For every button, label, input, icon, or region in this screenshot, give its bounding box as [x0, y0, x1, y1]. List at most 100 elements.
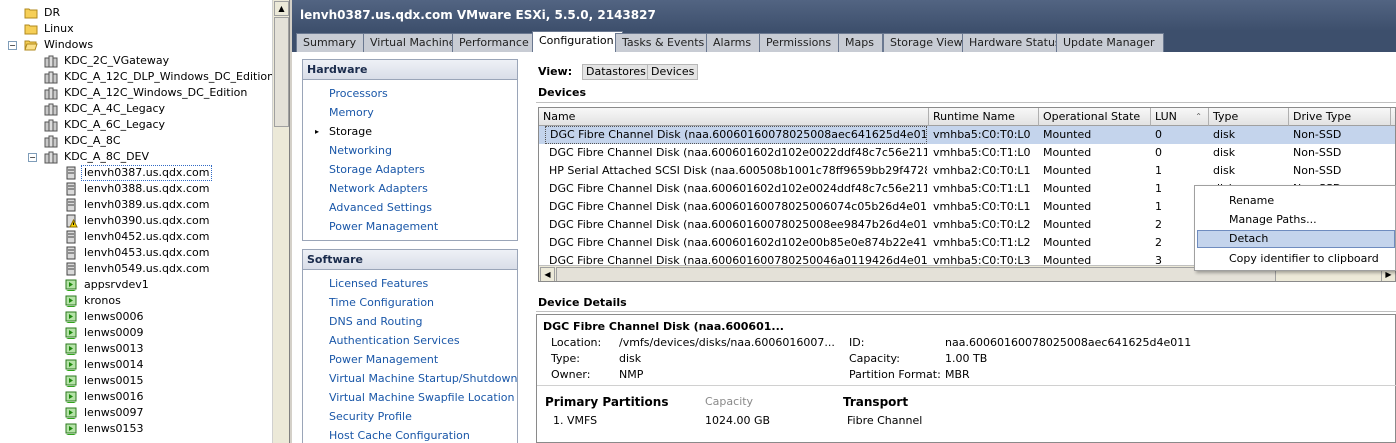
- tree-item[interactable]: − KDC_A_8C_DEV: [0, 149, 272, 165]
- tree-item[interactable]: lenws0013: [0, 341, 272, 357]
- tree-item-label: KDC_A_8C: [64, 134, 121, 147]
- collapse-toggle-icon[interactable]: −: [8, 41, 17, 50]
- cell-runtime: vmhba5:C0:T0:L2: [933, 218, 1031, 231]
- devices-divider: [536, 102, 1396, 103]
- tree-item[interactable]: lenws0009: [0, 325, 272, 341]
- software-item-time-configuration[interactable]: Time Configuration: [329, 293, 434, 312]
- hardware-item-advanced-settings[interactable]: Advanced Settings: [329, 198, 432, 217]
- tab-permissions[interactable]: Permissions: [759, 33, 841, 52]
- table-row[interactable]: DGC Fibre Channel Disk (naa.600601602d10…: [539, 144, 1395, 162]
- type-value: disk: [619, 352, 642, 365]
- scrollbar-thumb[interactable]: [556, 267, 1276, 281]
- cell-runtime: vmhba5:C0:T1:L0: [933, 146, 1031, 159]
- column-header[interactable]: Type: [1209, 108, 1289, 126]
- hardware-item-network-adapters[interactable]: Network Adapters: [329, 179, 428, 198]
- partition-1-capacity: 1024.00 GB: [705, 414, 771, 427]
- cell-state: Mounted: [1043, 236, 1092, 249]
- tree-item[interactable]: lenvh0452.us.qdx.com: [0, 229, 272, 245]
- software-item-power-management[interactable]: Power Management: [329, 350, 438, 369]
- tab-maps[interactable]: Maps: [838, 33, 883, 52]
- cell-state: Mounted: [1043, 146, 1092, 159]
- inventory-tree[interactable]: DR Linux − Windows KDC_2C_VGateway KDC_A_12C_…: [0, 0, 290, 443]
- tab-performance[interactable]: Performance: [452, 33, 538, 52]
- tree-item[interactable]: lenws0153: [0, 421, 272, 437]
- column-header[interactable]: T: [1391, 108, 1395, 126]
- cell-lun: 0: [1155, 128, 1162, 141]
- tab-hardware-status[interactable]: Hardware Status: [962, 33, 1070, 52]
- software-item-host-cache-configuration[interactable]: Host Cache Configuration: [329, 426, 470, 443]
- vm-icon: [64, 358, 78, 372]
- folder-open-icon: [24, 38, 38, 52]
- hardware-item-memory[interactable]: Memory: [329, 103, 374, 122]
- column-header[interactable]: Runtime Name: [929, 108, 1039, 126]
- menu-item-manage-paths[interactable]: Manage Paths...: [1197, 211, 1395, 229]
- table-row[interactable]: HP Serial Attached SCSI Disk (naa.600508…: [539, 162, 1395, 180]
- cell-drive: Non-SSD: [1293, 146, 1342, 159]
- software-item-virtual-machine-startup-shutdown[interactable]: Virtual Machine Startup/Shutdown: [329, 369, 517, 388]
- tree-item[interactable]: lenvh0388.us.qdx.com: [0, 181, 272, 197]
- tree-item[interactable]: lenvh0453.us.qdx.com: [0, 245, 272, 261]
- hardware-item-storage-adapters[interactable]: Storage Adapters: [329, 160, 425, 179]
- menu-item-copy-identifier-to-clipboard[interactable]: Copy identifier to clipboard: [1197, 250, 1395, 268]
- tree-item[interactable]: lenvh0389.us.qdx.com: [0, 197, 272, 213]
- column-header[interactable]: LUN ⌃: [1151, 108, 1209, 126]
- tree-item[interactable]: KDC_2C_VGateway: [0, 53, 272, 69]
- hardware-item-networking[interactable]: Networking: [329, 141, 392, 160]
- tree-item[interactable]: lenvh0390.us.qdx.com: [0, 213, 272, 229]
- menu-item-detach[interactable]: Detach: [1197, 230, 1395, 248]
- hardware-item-processors[interactable]: Processors: [329, 84, 388, 103]
- tree-item[interactable]: KDC_A_8C: [0, 133, 272, 149]
- cell-name: HP Serial Attached SCSI Disk (naa.600508…: [549, 164, 927, 177]
- configuration-content: Hardware Processors Memory Storage ▸ Network…: [292, 52, 1396, 443]
- tree-item[interactable]: DR: [0, 5, 272, 21]
- software-item-authentication-services[interactable]: Authentication Services: [329, 331, 460, 350]
- tree-item[interactable]: lenws0014: [0, 357, 272, 373]
- view-devices-button[interactable]: Devices: [647, 64, 699, 80]
- tab-update-manager[interactable]: Update Manager: [1056, 33, 1164, 52]
- software-item-dns-and-routing[interactable]: DNS and Routing: [329, 312, 423, 331]
- table-row[interactable]: DGC Fibre Channel Disk (naa.600601600780…: [539, 126, 1395, 144]
- tree-item[interactable]: KDC_A_4C_Legacy: [0, 101, 272, 117]
- tree-item[interactable]: Linux: [0, 21, 272, 37]
- tree-item[interactable]: KDC_A_6C_Legacy: [0, 117, 272, 133]
- hardware-item-power-management[interactable]: Power Management: [329, 217, 438, 236]
- tree-item[interactable]: KDC_A_12C_DLP_Windows_DC_Edition: [0, 69, 274, 85]
- tab-summary[interactable]: Summary: [296, 33, 366, 52]
- tab-configuration[interactable]: Configuration: [532, 31, 623, 52]
- tree-item[interactable]: lenws0097: [0, 405, 272, 421]
- cell-t: F: [1391, 126, 1395, 144]
- scrollbar-thumb[interactable]: [274, 17, 289, 127]
- menu-item-rename[interactable]: Rename: [1197, 192, 1395, 210]
- hardware-item-storage[interactable]: Storage: [329, 122, 372, 141]
- tab-alarms[interactable]: Alarms: [706, 33, 761, 52]
- tree-item[interactable]: − Windows: [0, 37, 272, 53]
- host-title: lenvh0387.us.qdx.com VMware ESXi, 5.5.0,…: [292, 0, 1396, 31]
- software-item-licensed-features[interactable]: Licensed Features: [329, 274, 428, 293]
- cell-state: Mounted: [1043, 218, 1092, 231]
- software-item-virtual-machine-swapfile-location[interactable]: Virtual Machine Swapfile Location: [329, 388, 514, 407]
- capacity-value: 1.00 TB: [945, 352, 988, 365]
- cell-type: disk: [1213, 164, 1236, 177]
- host-icon: [64, 182, 78, 196]
- tree-item[interactable]: kronos: [0, 293, 272, 309]
- vapp-icon: [44, 134, 58, 148]
- tree-item[interactable]: lenws0006: [0, 309, 272, 325]
- tree-item[interactable]: appsrvdev1: [0, 277, 272, 293]
- collapse-toggle-icon[interactable]: −: [28, 153, 37, 162]
- tree-item[interactable]: lenws0016: [0, 389, 272, 405]
- tree-item[interactable]: KDC_A_12C_Windows_DC_Edition: [0, 85, 272, 101]
- column-header[interactable]: Operational State: [1039, 108, 1151, 126]
- column-header[interactable]: Name: [539, 108, 929, 126]
- tree-vertical-scrollbar[interactable]: ▲: [272, 0, 289, 443]
- cell-name: DGC Fibre Channel Disk (naa.600601602d10…: [549, 182, 927, 195]
- tree-item[interactable]: lenvh0387.us.qdx.com: [0, 165, 272, 181]
- tree-item[interactable]: lenws0015: [0, 373, 272, 389]
- scroll-up-icon[interactable]: ▲: [274, 1, 289, 16]
- software-item-security-profile[interactable]: Security Profile: [329, 407, 412, 426]
- tab-tasks-events[interactable]: Tasks & Events: [615, 33, 714, 52]
- column-header-label: LUN: [1155, 110, 1177, 123]
- tree-item[interactable]: lenvh0549.us.qdx.com: [0, 261, 272, 277]
- column-header[interactable]: Drive Type: [1289, 108, 1391, 126]
- scroll-left-icon[interactable]: ◀: [540, 267, 555, 281]
- view-datastores-button[interactable]: Datastores: [582, 64, 650, 80]
